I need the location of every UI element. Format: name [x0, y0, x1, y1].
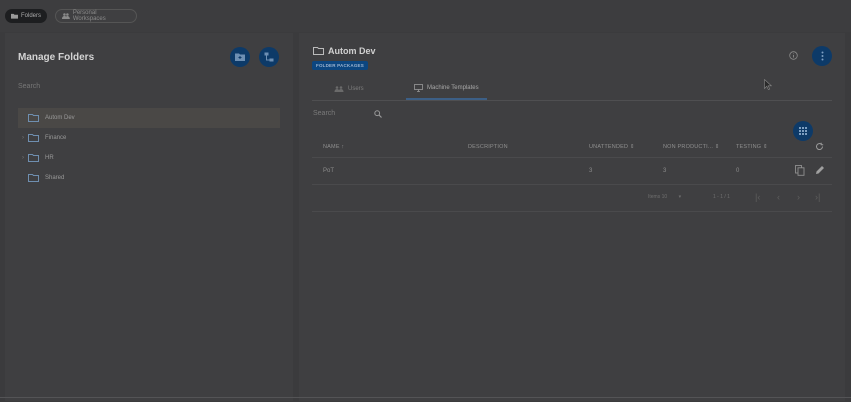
items-per-page-select[interactable]: Items 10 ▾	[648, 194, 681, 200]
refresh-icon[interactable]	[815, 142, 824, 151]
personal-workspaces-chip[interactable]: Personal Workspaces	[55, 9, 137, 23]
column-header-description[interactable]: DESCRIPTION	[468, 144, 508, 150]
cell-nonproduction: 3	[663, 168, 667, 174]
hierarchy-icon	[264, 52, 274, 62]
folder-icon	[28, 134, 39, 142]
more-options-button[interactable]	[812, 46, 832, 66]
bottom-divider	[0, 397, 851, 398]
people-icon	[334, 86, 344, 92]
tab-machine-templates[interactable]: Machine Templates	[406, 78, 487, 100]
folder-structure-button[interactable]	[259, 47, 279, 67]
chevron-right-icon[interactable]: ›	[18, 155, 28, 161]
column-label: UNATTENDED	[589, 144, 629, 150]
folder-add-icon	[235, 53, 245, 61]
first-page-button[interactable]: |‹	[755, 192, 760, 202]
copy-icon[interactable]	[795, 165, 805, 176]
folder-packages-badge[interactable]: FOLDER PACKAGES	[312, 61, 368, 70]
tree-item-hr[interactable]: › HR	[18, 148, 280, 168]
column-header-name[interactable]: NAME ↑	[323, 144, 344, 150]
top-bar: Folders Personal Workspaces	[0, 0, 851, 32]
table-pagination: Items 10 ▾ 1 - 1 / 1 |‹ ‹ › ›|	[312, 185, 832, 212]
tab-users[interactable]: Users	[334, 78, 394, 100]
people-icon	[62, 13, 70, 19]
folder-icon	[11, 13, 18, 19]
chevron-right-icon[interactable]: ›	[18, 135, 28, 141]
folder-icon	[28, 174, 39, 182]
cell-name: PoT	[323, 168, 335, 174]
column-label: NON PRODUCTI...	[663, 144, 714, 150]
tree-item-shared[interactable]: Shared	[18, 168, 280, 188]
tree-item-label: Shared	[45, 175, 65, 181]
table-row[interactable]: PoT 3 3 0	[312, 158, 832, 185]
template-search-input[interactable]: Search	[313, 110, 335, 117]
personal-workspaces-label: Personal Workspaces	[72, 10, 106, 22]
cell-testing: 0	[736, 168, 740, 174]
panel-title: Manage Folders	[18, 52, 95, 63]
search-icon[interactable]	[374, 110, 382, 118]
column-header-nonproduction[interactable]: NON PRODUCTI... ⇕	[663, 144, 720, 150]
column-header-unattended[interactable]: UNATTENDED ⇕	[589, 144, 635, 150]
manage-folders-panel: Manage Folders Search Autom Dev › Financ…	[5, 33, 293, 401]
folder-icon	[28, 114, 39, 122]
folder-heading: Autom Dev	[313, 46, 376, 56]
folder-detail-panel: Autom Dev FOLDER PACKAGES Users Machine …	[299, 33, 845, 401]
add-folder-button[interactable]	[230, 47, 250, 67]
tree-item-finance[interactable]: › Finance	[18, 128, 280, 148]
chevron-down-icon: ▾	[678, 194, 682, 200]
table-header: NAME ↑ DESCRIPTION UNATTENDED ⇕ NON PROD…	[312, 137, 832, 158]
folders-chip-label: Folders	[20, 13, 41, 19]
column-label: NAME	[323, 144, 340, 150]
folder-tree: Autom Dev › Finance › HR Shared	[18, 108, 280, 188]
column-header-testing[interactable]: TESTING ⇕	[736, 144, 768, 150]
tree-item-label: HR	[45, 155, 54, 161]
tab-label: Machine Templates	[427, 85, 479, 91]
tree-item-label: Autom Dev	[45, 115, 75, 121]
more-vert-icon	[821, 51, 823, 61]
last-page-button[interactable]: ›|	[815, 192, 820, 202]
cell-unattended: 3	[589, 168, 593, 174]
monitor-icon	[414, 84, 423, 92]
column-label: TESTING	[736, 144, 762, 150]
tree-item-autom-dev[interactable]: Autom Dev	[18, 108, 280, 128]
tree-item-label: Finance	[45, 135, 67, 141]
folders-chip[interactable]: Folders	[5, 9, 47, 23]
tab-label: Users	[348, 86, 364, 92]
info-icon[interactable]	[789, 51, 798, 60]
tab-bar: Users Machine Templates	[312, 78, 832, 101]
items-per-page-label: Items 10	[648, 194, 668, 200]
page-range: 1 - 1 / 1	[713, 194, 730, 200]
folder-name: Autom Dev	[328, 46, 376, 56]
folder-icon	[313, 47, 324, 55]
grid-icon	[799, 127, 807, 135]
folder-icon	[28, 154, 39, 162]
folder-search-input[interactable]: Search	[18, 83, 40, 90]
next-page-button[interactable]: ›	[797, 192, 800, 202]
edit-icon[interactable]	[815, 165, 825, 175]
previous-page-button[interactable]: ‹	[777, 192, 780, 202]
